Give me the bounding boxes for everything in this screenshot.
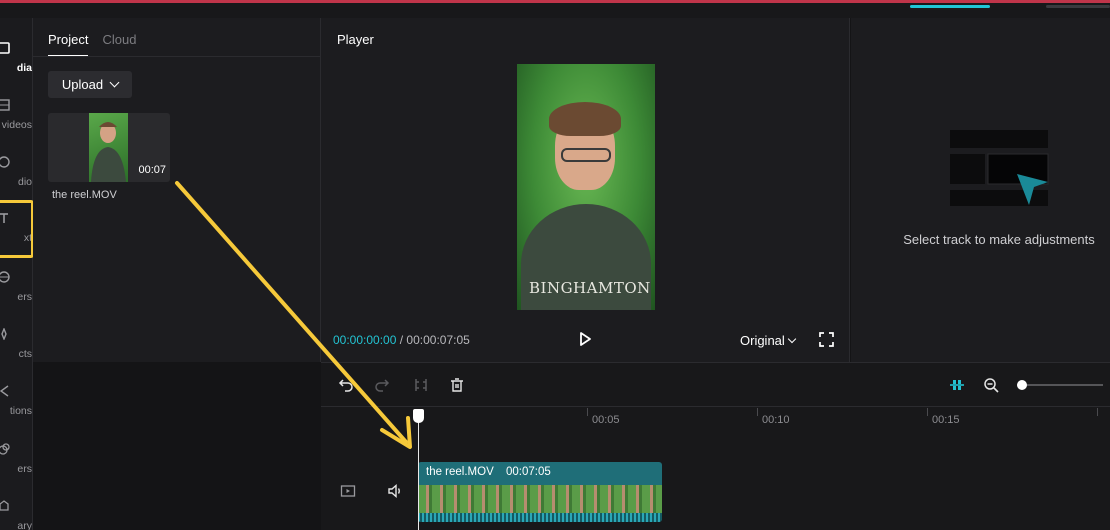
top-bar — [0, 0, 1110, 18]
ruler-tick — [1097, 408, 1098, 416]
ruler-tick — [587, 408, 588, 416]
top-accent-line — [0, 0, 1110, 3]
stock-videos-icon — [0, 95, 14, 115]
current-time: 00:00:00:00 — [333, 333, 397, 347]
side-rail: dia videos dio xt ers cts tions ers ary — [0, 18, 33, 530]
upload-label: Upload — [61, 77, 104, 92]
clip-audio-waveform — [418, 513, 662, 522]
rail-item-transitions[interactable]: tions — [0, 381, 32, 433]
ruler-label: 00:10 — [762, 414, 790, 426]
play-icon[interactable] — [577, 331, 593, 347]
track-cover-icon[interactable] — [340, 483, 356, 499]
annotation-highlight-box — [0, 200, 34, 258]
timeline-clip-duration: 00:07:05 — [506, 466, 551, 478]
rail-item-filters[interactable]: ers — [0, 439, 32, 491]
media-panel: Project Cloud Upload 00:07 the reel.MOV — [33, 18, 321, 362]
audio-icon — [0, 152, 14, 172]
effects-icon — [0, 324, 14, 344]
zoom-out-icon[interactable] — [983, 377, 999, 393]
ruler-tick — [927, 408, 928, 416]
chevron-down-icon — [787, 334, 797, 344]
clip-duration: 00:07 — [138, 164, 166, 176]
rail-item-stickers[interactable]: ers — [0, 267, 32, 319]
ruler-label: 00:15 — [932, 414, 960, 426]
ruler-tick — [757, 408, 758, 416]
aspect-ratio-dropdown[interactable]: Original — [740, 333, 797, 348]
person-hair — [549, 102, 621, 136]
time-ruler[interactable]: 00:05 00:10 00:15 — [321, 408, 1110, 432]
zoom-slider-track[interactable] — [1017, 384, 1103, 386]
rail-item-media[interactable]: dia — [0, 38, 32, 90]
magnet-snap-icon[interactable] — [949, 377, 965, 393]
select-track-illustration-icon — [950, 130, 1049, 206]
rail-item-stock-videos[interactable]: videos — [0, 95, 32, 147]
transitions-icon — [0, 381, 14, 401]
media-clip-thumbnail[interactable]: 00:07 — [48, 113, 170, 182]
playhead-handle[interactable] — [413, 409, 424, 423]
aspect-ratio-label: Original — [740, 333, 785, 348]
timeline-video-clip[interactable]: the reel.MOV 00:07:05 — [418, 462, 662, 522]
rail-item-library[interactable]: ary — [0, 496, 32, 530]
details-panel: Select track to make adjustments — [851, 18, 1110, 362]
undo-icon[interactable] — [338, 377, 354, 393]
rail-item-effects[interactable]: cts — [0, 324, 32, 376]
rail-item-label: tions — [9, 405, 32, 417]
rail-item-label: videos — [1, 119, 32, 131]
clip-preview-frame — [89, 113, 128, 182]
upload-button[interactable]: Upload — [48, 71, 132, 98]
rail-item-label: ary — [17, 520, 32, 530]
details-empty-message: Select track to make adjustments — [903, 232, 1095, 247]
rail-item-label: ers — [17, 463, 32, 475]
secondary-tab-indicator[interactable] — [1046, 5, 1110, 8]
playhead-line — [418, 419, 419, 530]
player-title: Player — [337, 32, 374, 47]
ruler-label: 00:05 — [592, 414, 620, 426]
media-icon — [0, 38, 14, 58]
timeline-toolbar — [321, 363, 1110, 407]
clip-filename: the reel.MOV — [52, 189, 117, 201]
split-icon[interactable] — [413, 377, 429, 393]
video-preview[interactable]: BINGHAMTON — [517, 64, 655, 310]
zoom-slider-handle[interactable] — [1017, 380, 1027, 390]
rail-item-label: dia — [16, 62, 32, 74]
tab-project[interactable]: Project — [48, 32, 89, 57]
media-tabs: Project Cloud — [48, 32, 136, 57]
rail-item-audio[interactable]: dio — [0, 152, 32, 204]
player-panel: Player BINGHAMTON 00:00:00:00 / 00:00:07… — [321, 18, 850, 362]
tabs-divider — [33, 56, 321, 57]
chevron-down-icon — [109, 77, 120, 88]
timeline-panel: 00:05 00:10 00:15 the reel.MOV 00:07:05 — [321, 362, 1110, 530]
library-icon — [0, 496, 14, 516]
export-tab-indicator[interactable] — [910, 5, 990, 8]
filters-icon — [0, 439, 14, 459]
tab-cloud[interactable]: Cloud — [102, 32, 136, 57]
clip-filmstrip — [418, 485, 662, 513]
rail-item-label: dio — [17, 176, 32, 188]
redo-icon[interactable] — [374, 377, 390, 393]
hoodie-lettering: BINGHAMTON — [529, 279, 651, 297]
volume-icon[interactable] — [387, 483, 403, 499]
rail-item-label: ers — [17, 291, 32, 303]
timeline-clip-name: the reel.MOV — [426, 466, 494, 478]
person-glasses — [561, 148, 611, 162]
delete-icon[interactable] — [449, 377, 465, 393]
fullscreen-icon[interactable] — [819, 332, 834, 347]
stickers-icon — [0, 267, 14, 287]
time-separator: / — [396, 333, 407, 347]
total-time: 00:00:07:05 — [406, 333, 470, 347]
timecode: 00:00:00:00 / 00:00:07:05 — [333, 333, 470, 347]
rail-item-label: cts — [18, 348, 32, 360]
